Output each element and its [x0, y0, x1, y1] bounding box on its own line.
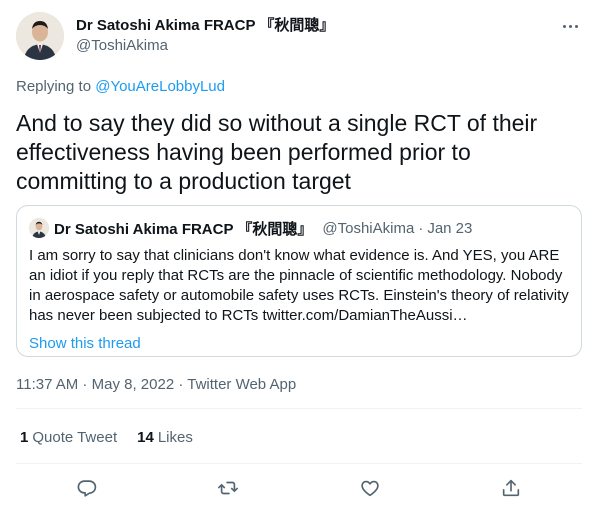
quoted-separator: · [418, 219, 424, 237]
more-options-icon[interactable] [558, 16, 582, 36]
divider [16, 463, 582, 464]
share-icon [503, 479, 520, 497]
divider [16, 408, 582, 409]
reply-target-link[interactable]: @YouAreLobbyLud [95, 78, 225, 95]
like-button[interactable] [356, 474, 384, 502]
replying-prefix: Replying to [16, 78, 96, 95]
tweet-date[interactable]: May 8, 2022 [92, 376, 175, 393]
meta-separator: · [78, 376, 92, 393]
tweet-stats: 1 Quote Tweet 14 Likes [20, 428, 213, 448]
quote-tweet-count: 1 [20, 429, 29, 446]
person-photo-avatar-icon [16, 12, 64, 60]
quote-tweets-stat[interactable]: 1 Quote Tweet [20, 428, 117, 448]
reply-button[interactable] [73, 474, 101, 502]
replying-to: Replying to @YouAreLobbyLud [16, 77, 225, 97]
quoted-tweet-text: I am sorry to say that clinicians don't … [29, 247, 569, 324]
quoted-author-handle: @ToshiAkima [322, 219, 415, 237]
action-bar [16, 474, 582, 502]
like-icon [361, 480, 379, 497]
likes-stat[interactable]: 14 Likes [137, 428, 193, 448]
retweet-icon [218, 481, 239, 495]
quoted-tweet-header: Dr Satoshi Akima FRACP 『秋間聰』 @ToshiAkima… [29, 218, 569, 238]
show-thread-link[interactable]: Show this thread [29, 334, 569, 354]
tweet-text: And to say they did so without a single … [16, 110, 538, 194]
author-avatar[interactable] [16, 12, 64, 60]
share-button[interactable] [497, 474, 525, 502]
tweet-header: Dr Satoshi Akima FRACP 『秋間聰』 @ToshiAkima [16, 12, 586, 62]
quote-tweet-label: Quote Tweet [32, 429, 118, 446]
meta-separator: · [174, 376, 188, 393]
tweet-time[interactable]: 11:37 AM [16, 376, 78, 393]
like-count: 14 [137, 429, 154, 446]
tweet-source-app[interactable]: Twitter Web App [187, 376, 296, 393]
author-handle[interactable]: @ToshiAkima [76, 36, 334, 56]
retweet-button[interactable] [214, 474, 242, 502]
reply-icon [77, 480, 97, 497]
quoted-author-avatar [29, 218, 49, 238]
quoted-tweet[interactable]: Dr Satoshi Akima FRACP 『秋間聰』 @ToshiAkima… [16, 205, 582, 357]
author-display-name[interactable]: Dr Satoshi Akima FRACP 『秋間聰』 [76, 16, 334, 36]
like-label: Likes [157, 429, 193, 446]
person-photo-avatar-icon [29, 218, 49, 238]
quoted-author-name: Dr Satoshi Akima FRACP 『秋間聰』 [54, 220, 313, 238]
quoted-date: Jan 23 [427, 219, 473, 237]
tweet-meta: 11:37 AM · May 8, 2022 · Twitter Web App [16, 375, 296, 395]
